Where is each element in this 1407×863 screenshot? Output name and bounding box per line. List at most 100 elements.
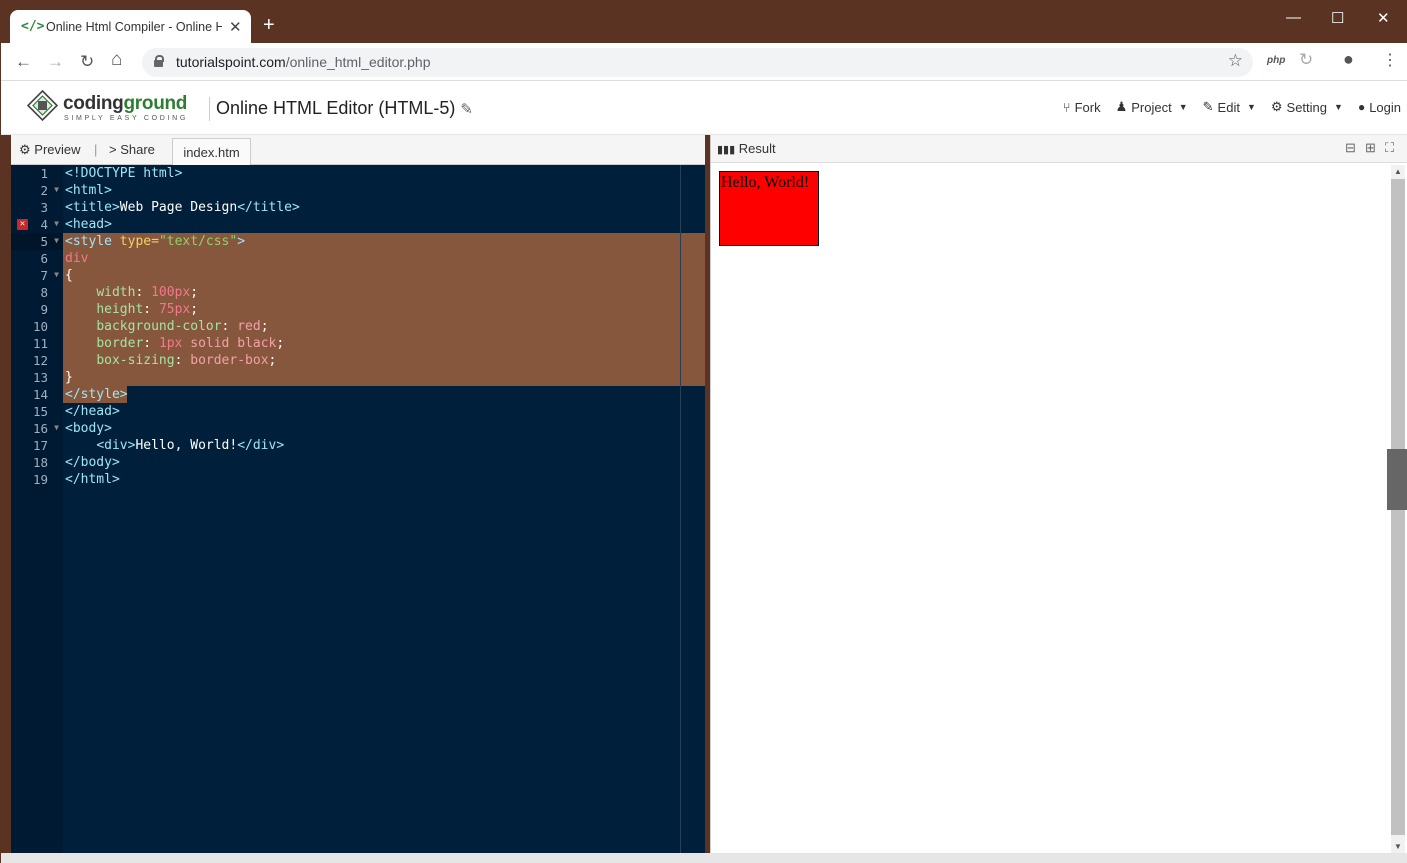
logo-word: codingground [63,93,188,114]
fork-button[interactable]: ⑂ Fork [1063,99,1101,115]
profile-icon[interactable]: ● [1343,49,1354,70]
result-toolbar: ▮▮▮ Result ⊟ ⊞ ⛶ [711,135,1407,163]
line-number: 11 [32,336,48,351]
extension-reload-icon[interactable]: ↻ [1299,50,1313,70]
line-number: 15 [32,404,48,419]
line-number: 10 [32,319,48,334]
edit-menu[interactable]: ✎ Edit ▼ [1203,99,1256,115]
code-line: </style> [65,387,128,402]
line-number: 3 [40,200,48,215]
maximize-button[interactable]: ☐ [1331,9,1344,27]
editor-toolbar: ⚙ Preview | > Share index.htm [11,135,705,165]
line-number: 2 ▼ [40,181,59,198]
line-number: 12 [32,353,48,368]
compress-icon[interactable]: ⊟ [1345,140,1356,156]
line-number: 14 [32,387,48,402]
gear-icon: ⚙ [19,142,31,157]
app-header: codingground SIMPLY EASY CODING Online H… [1,81,1407,135]
code-editor[interactable]: 1 2 ▼ 3 ✕ 4 ▼ 5 ▼ 6 7 ▼ 8 9 10 11 12 13 14 15… [11,165,705,853]
close-tab-icon[interactable]: ✕ [229,18,242,36]
code-favicon-icon: </> [21,19,45,34]
code-line: <div>Hello, World!</div> [96,438,285,453]
forward-button[interactable]: → [47,52,64,72]
top-menu: ⑂ Fork ♟ Project ▼ ✎ Edit ▼ ⚙ Setting ▼ ● Login [1063,99,1401,115]
lock-icon [154,55,164,67]
code-line: border: 1px solid black; [96,336,285,351]
close-window-button[interactable]: ✕ [1377,9,1390,27]
code-line: </head> [65,404,120,419]
login-button[interactable]: ● Login [1358,99,1401,115]
line-number: ✕ 4 ▼ [11,216,63,233]
user-icon: ● [1357,100,1366,114]
share-icon: > [109,142,117,157]
browser-menu-icon[interactable]: ⋮ [1382,50,1398,70]
code-line: </html> [65,472,120,487]
line-number: 18 [32,455,48,470]
line-number: 17 [32,438,48,453]
code-line: </body> [65,455,120,470]
code-line: background-color: red; [96,319,269,334]
new-tab-button[interactable]: + [263,15,275,35]
browser-tab[interactable]: </> Online Html Compiler - Online H ✕ [10,10,251,44]
php-extension-icon[interactable]: php [1267,55,1285,66]
line-number: 1 [40,166,48,181]
fold-arrow-icon[interactable]: ▼ [54,419,59,436]
edit-title-icon[interactable]: ✎ [460,101,473,118]
line-number: 16 ▼ [32,419,59,436]
codingground-logo[interactable]: codingground SIMPLY EASY CODING [27,90,197,126]
logo-mark-icon [27,90,58,121]
file-tab[interactable]: index.htm [172,138,251,165]
fold-arrow-icon[interactable]: ▼ [54,181,59,198]
fold-arrow-icon[interactable]: ▼ [54,266,59,283]
code-line: { [65,268,73,283]
caret-down-icon: ▼ [1246,102,1256,112]
fold-arrow-icon[interactable]: ▼ [54,215,59,232]
code-line: } [65,370,73,385]
address-bar[interactable]: tutorialspoint.com/online_html_editor.ph… [142,48,1253,77]
share-button[interactable]: > Share [109,142,155,157]
home-button[interactable]: ⌂ [111,49,122,71]
code-line: <style type="text/css"> [65,234,246,249]
fullscreen-icon[interactable]: ⛶ [1385,140,1394,156]
tab-strip: </> Online Html Compiler - Online H ✕ + … [1,1,1407,44]
back-button[interactable]: ← [15,52,32,72]
line-number: 8 [40,285,48,300]
bookmark-star-icon[interactable]: ☆ [1228,51,1243,71]
code-line: box-sizing: border-box; [96,353,277,368]
edit-icon: ✎ [1202,99,1214,114]
line-number: 6 [40,251,48,266]
preview-button[interactable]: ⚙ Preview [19,142,81,158]
reload-button[interactable]: ↻ [80,52,94,72]
scroll-down-icon[interactable]: ▼ [1394,842,1402,851]
result-label: ▮▮▮ Result [717,141,776,156]
line-gutter: 1 2 ▼ 3 ✕ 4 ▼ 5 ▼ 6 7 ▼ 8 9 10 11 12 13 14 15… [11,165,63,853]
project-icon: ♟ [1115,99,1128,114]
result-box: Hello, World! [719,171,819,246]
fold-arrow-icon[interactable]: ▼ [54,232,59,249]
caret-down-icon: ▼ [1178,102,1188,112]
minimize-button[interactable]: — [1286,9,1301,26]
logo-tagline: SIMPLY EASY CODING [64,115,189,122]
print-margin [680,165,681,853]
bar-chart-icon: ▮▮▮ [717,144,736,156]
code-line: div [65,251,89,266]
error-marker-icon[interactable]: ✕ [17,219,28,230]
editor-pane: ⚙ Preview | > Share index.htm 1 2 ▼ 3 ✕ 4 ▼… [11,135,705,853]
fork-icon: ⑂ [1062,99,1071,115]
url-text[interactable]: tutorialspoint.com/online_html_editor.ph… [176,54,431,70]
code-line: <html> [65,183,112,198]
code-line: height: 75px; [96,302,199,317]
browser-window: </> Online Html Compiler - Online H ✕ + … [0,0,1407,863]
toolbar-separator: | [94,142,98,157]
line-number: 5 ▼ [11,233,63,250]
line-number: 9 [40,302,48,317]
result-pane: ▮▮▮ Result ⊟ ⊞ ⛶ Hello, World! ▲ ▼ [710,135,1407,853]
setting-menu[interactable]: ⚙ Setting ▼ [1271,99,1343,115]
caret-down-icon: ▼ [1334,102,1343,112]
scroll-up-icon[interactable]: ▲ [1394,167,1402,176]
project-menu[interactable]: ♟ Project ▼ [1116,99,1188,115]
side-scroll-handle[interactable] [1387,449,1407,510]
gear-icon: ⚙ [1270,99,1283,114]
code-line: <title>Web Page Design</title> [65,200,300,215]
expand-icon[interactable]: ⊞ [1365,140,1376,156]
